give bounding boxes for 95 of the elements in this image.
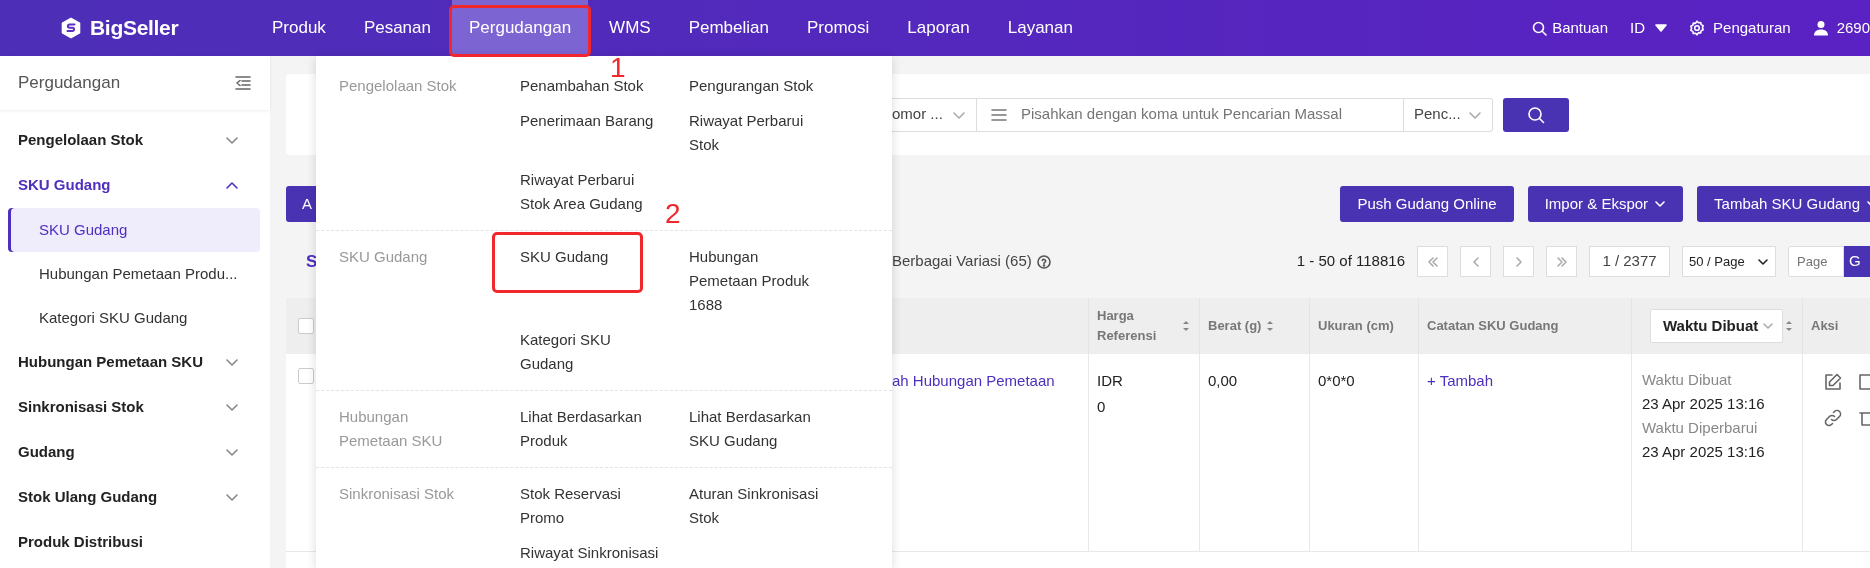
logo-text: BigSeller <box>90 15 179 42</box>
help-link[interactable]: Bantuan <box>1532 16 1609 40</box>
timestamp-text: 23 Apr 2025 13:16 <box>1642 394 1766 414</box>
search-icon <box>1532 20 1548 36</box>
gear-icon <box>1689 20 1706 36</box>
mapping-link[interactable]: ah Hubungan Pemetaan <box>892 372 1055 389</box>
result-count: 1 - 50 of 118816 <box>1296 251 1405 272</box>
tab[interactable]: Berbagai Variasi (65) <box>892 250 1032 273</box>
timestamp-text: 23 Apr 2025 13:16 <box>1642 442 1766 462</box>
dropdown-item[interactable]: Lihat Berdasarkan Produk <box>520 405 660 453</box>
sidebar-title: Pergudangan <box>18 72 121 95</box>
timestamp-label: Waktu Dibuat <box>1642 370 1733 390</box>
checkbox[interactable] <box>298 368 314 384</box>
double-chevron-right-icon <box>1554 254 1569 269</box>
page-indicator: 1 / 2377 <box>1589 246 1670 277</box>
dropdown-item[interactable]: Aturan Sinkronisasi Stok <box>689 482 829 530</box>
sidebar-item[interactable]: Pengelolaan Stok <box>0 118 270 163</box>
person-icon <box>1812 20 1829 36</box>
menu-collapse-icon[interactable] <box>234 75 252 91</box>
dropdown-item[interactable]: Stok Reservasi Promo <box>520 482 660 530</box>
sort-select[interactable]: Waktu Dibuat <box>1650 309 1783 343</box>
annotation-number: 2 <box>665 200 681 228</box>
tab[interactable]: S <box>286 248 318 275</box>
annotation-number: 1 <box>610 54 626 82</box>
link-icon[interactable] <box>1823 408 1843 428</box>
column-header: Berat (g) <box>1208 317 1262 335</box>
chevron-down-icon <box>1762 320 1774 332</box>
sidebar-subitem[interactable]: SKU Gudang <box>8 208 260 252</box>
size-text: 0*0*0 <box>1318 371 1356 391</box>
timestamp-label: Waktu Diperbarui <box>1642 418 1759 438</box>
dropdown-category: SKU Gudang <box>339 247 429 267</box>
column-header: Ukuran (cm) <box>1318 317 1394 335</box>
dropdown-item[interactable]: SKU Gudang <box>520 245 660 269</box>
caret-icon <box>1655 24 1668 32</box>
dropdown-button[interactable]: Impor & Ekspor <box>1527 186 1684 222</box>
nav-tab[interactable]: Produk <box>255 0 343 56</box>
chevron-down-icon <box>1654 198 1667 210</box>
dropdown-item[interactable]: Hubungan Pemetaan Produk 1688 <box>689 245 829 317</box>
sidebar-subitem[interactable]: Hubungan Pemetaan Produ... <box>8 252 260 296</box>
sort-icon[interactable] <box>1265 319 1276 333</box>
logo-icon <box>60 17 82 39</box>
weight-text: 0,00 <box>1208 371 1239 391</box>
price-text: 0 <box>1097 397 1107 417</box>
nav-tab[interactable]: Promosi <box>789 0 887 56</box>
push-button[interactable]: Push Gudang Online <box>1340 186 1514 222</box>
user-menu[interactable]: 2690 <box>1812 16 1870 40</box>
edit-icon[interactable] <box>1823 372 1843 392</box>
filter-select[interactable]: omor ... <box>892 97 977 132</box>
search-input[interactable]: Pisahkan dengan koma untuk Pencarian Massal <box>1019 102 1389 127</box>
last-page-button[interactable] <box>1546 246 1577 277</box>
sidebar-item[interactable]: SKU Gudang <box>0 163 270 208</box>
sidebar-item[interactable]: Hubungan Pemetaan SKU <box>0 340 270 385</box>
column-header: Harga Referensi <box>1097 307 1158 345</box>
double-chevron-left-icon <box>1425 254 1440 269</box>
sidebar-item[interactable]: Gudang <box>0 430 270 475</box>
first-page-button[interactable] <box>1417 246 1448 277</box>
dropdown-category: Sinkronisasi Stok <box>339 484 456 504</box>
sidebar-subitem[interactable]: Kategori SKU Gudang <box>8 296 260 340</box>
column-header: Aksi <box>1811 317 1839 335</box>
currency-text: IDR <box>1097 371 1124 391</box>
search-button[interactable] <box>1503 97 1569 132</box>
column-header: Catatan SKU Gudang <box>1427 317 1559 335</box>
nav-tab[interactable]: Pesanan <box>346 0 448 56</box>
dropdown-item[interactable]: Lihat Berdasarkan SKU Gudang <box>689 405 829 453</box>
sort-icon[interactable] <box>1181 319 1191 333</box>
help-icon <box>1036 254 1051 269</box>
sidebar-item[interactable]: Produk Distribusi <box>0 520 270 565</box>
add-note-link[interactable]: + Tambah <box>1427 372 1494 389</box>
dropdown-category: Pengelolaan Stok <box>339 76 458 96</box>
search-icon <box>1527 105 1545 124</box>
dropdown-item[interactable]: Riwayat Perbarui Stok <box>689 109 829 157</box>
dropdown-item[interactable]: Riwayat Sinkronisasi <box>520 541 660 565</box>
search-field[interactable]: Pisahkan dengan koma untuk Pencarian Massal <box>977 97 1404 132</box>
go-button[interactable]: G <box>1844 246 1870 277</box>
settings-link[interactable]: Pengaturan <box>1689 16 1791 40</box>
dropdown-item[interactable]: Kategori SKU Gudang <box>520 328 660 376</box>
dropdown-item[interactable]: Pengurangan Stok <box>689 74 829 98</box>
sidebar-item[interactable]: Stok Ulang Gudang <box>0 475 270 520</box>
dropdown-item[interactable]: Riwayat Perbarui Stok Area Gudang <box>520 168 660 216</box>
nav-tab[interactable]: Pembelian <box>671 0 786 56</box>
list-icon <box>991 107 1007 122</box>
mode-select[interactable]: Penc... <box>1404 97 1493 132</box>
language-dropdown[interactable]: ID <box>1630 16 1668 40</box>
nav-tab[interactable]: Layanan <box>990 0 1090 56</box>
dropdown-button[interactable]: Tambah SKU Gudang <box>1697 186 1870 222</box>
checkbox[interactable] <box>298 318 314 334</box>
page-size-select[interactable]: 50 / Page <box>1682 246 1776 277</box>
sidebar-item[interactable]: Sinkronisasi Stok <box>0 385 270 430</box>
page-input[interactable]: Page <box>1788 246 1844 277</box>
dropdown-category: Hubungan Pemetaan SKU <box>339 407 444 451</box>
dropdown-item[interactable]: Penerimaan Barang <box>520 109 660 133</box>
sort-icon[interactable] <box>1784 319 1794 333</box>
nav-tab[interactable]: Pergudangan <box>452 0 589 56</box>
nav-tab[interactable]: WMS <box>592 0 668 56</box>
nav-tab[interactable]: Laporan <box>890 0 987 56</box>
